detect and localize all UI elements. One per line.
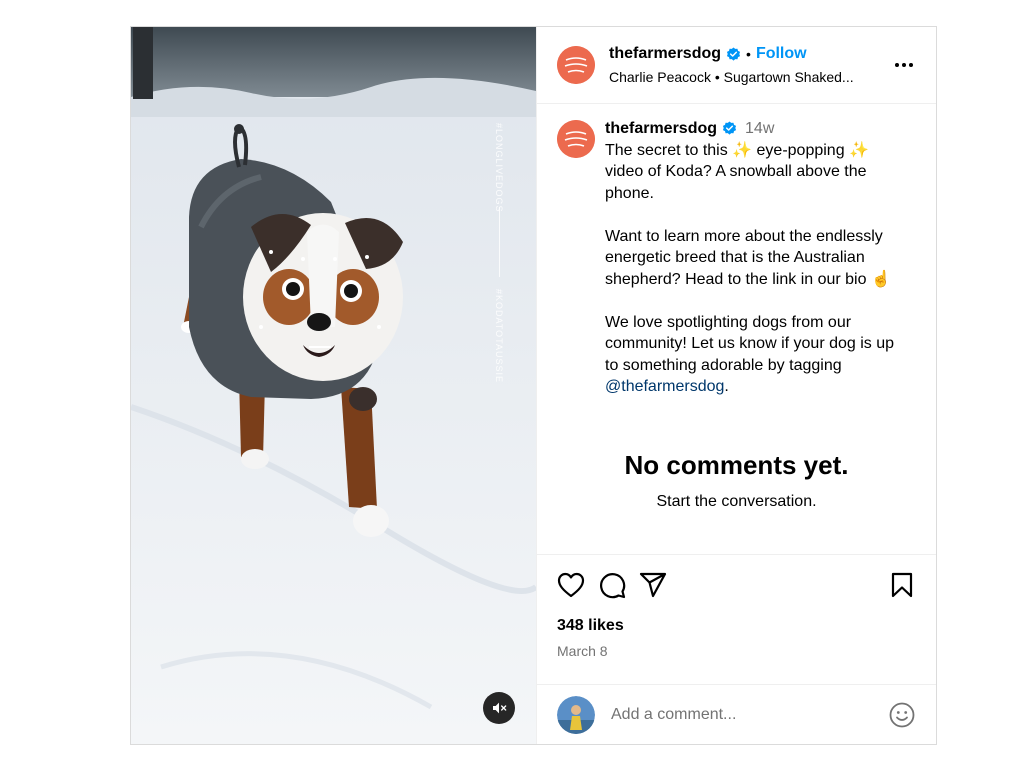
follow-button[interactable]: Follow bbox=[756, 44, 807, 65]
speaker-muted-icon bbox=[493, 702, 507, 714]
header-username[interactable]: thefarmersdog bbox=[609, 44, 721, 65]
comment-button[interactable] bbox=[598, 571, 626, 599]
empty-comments-subtitle: Start the conversation. bbox=[656, 493, 817, 510]
post-side-panel: thefarmersdog • Follow Charlie Peacock •… bbox=[536, 27, 936, 744]
overlay-hashtag-top: #LONGLIVEDOGS bbox=[494, 123, 504, 213]
empty-comments-title: No comments yet. bbox=[624, 450, 849, 480]
caption-text: The secret to this ✨ eye-popping ✨ video… bbox=[605, 140, 905, 398]
mention-link[interactable]: @thefarmersdog bbox=[605, 378, 724, 395]
smiley-face-icon bbox=[889, 702, 915, 727]
audio-title: Sugartown Shaked... bbox=[723, 68, 854, 85]
caption-paragraph-3-text: We love spotlighting dogs from our commu… bbox=[605, 313, 895, 374]
caption-and-comments: thefarmersdog 14w The secret to this ✨ e… bbox=[537, 104, 936, 554]
audio-separator: • bbox=[714, 68, 720, 85]
verified-badge-icon bbox=[726, 47, 741, 62]
user-profile-photo bbox=[557, 695, 595, 734]
more-options-button[interactable] bbox=[892, 55, 916, 75]
post-actions: 348 likes March 8 bbox=[537, 554, 936, 684]
add-comment-input[interactable] bbox=[611, 705, 888, 724]
comment-bubble-icon bbox=[600, 573, 626, 599]
empty-comments-state: No comments yet. Start the conversation. bbox=[537, 450, 936, 511]
post-header: thefarmersdog • Follow Charlie Peacock •… bbox=[537, 27, 936, 104]
comment-composer bbox=[537, 684, 936, 744]
caption-paragraph-3: We love spotlighting dogs from our commu… bbox=[605, 312, 905, 398]
overlay-hashtag-bottom: #KODATOTAUSSIE bbox=[494, 289, 504, 384]
share-button[interactable] bbox=[639, 571, 667, 599]
header-separator: • bbox=[746, 46, 751, 63]
instagram-post: #LONGLIVEDOGS #KODATOTAUSSIE thefarmersd… bbox=[130, 26, 937, 745]
mute-toggle-button[interactable] bbox=[483, 692, 515, 724]
like-button[interactable] bbox=[557, 571, 585, 599]
save-button[interactable] bbox=[888, 571, 916, 599]
current-user-avatar[interactable] bbox=[557, 695, 595, 734]
farmers-dog-logo bbox=[557, 46, 595, 84]
like-count[interactable]: 348 likes bbox=[557, 617, 916, 635]
caption-paragraph-3-end: . bbox=[724, 378, 729, 395]
caption-avatar[interactable] bbox=[557, 120, 595, 158]
audio-info[interactable]: Charlie Peacock • Sugartown Shaked... bbox=[609, 68, 854, 86]
bookmark-icon bbox=[891, 572, 913, 598]
post-timestamp[interactable]: 14w bbox=[745, 118, 774, 140]
more-horizontal-icon bbox=[895, 63, 913, 67]
video-frame-dog-in-snow bbox=[131, 27, 536, 744]
paper-plane-icon bbox=[639, 572, 667, 598]
emoji-picker-button[interactable] bbox=[888, 701, 916, 729]
post-video[interactable]: #LONGLIVEDOGS #KODATOTAUSSIE bbox=[131, 27, 536, 744]
verified-badge-icon bbox=[722, 121, 737, 136]
caption-paragraph-2: Want to learn more about the endlessly e… bbox=[605, 227, 891, 288]
caption-username[interactable]: thefarmersdog bbox=[605, 118, 717, 140]
heart-icon bbox=[557, 572, 585, 598]
audio-artist: Charlie Peacock bbox=[609, 68, 711, 85]
brand-avatar[interactable] bbox=[557, 46, 595, 84]
overlay-divider bbox=[499, 207, 500, 277]
farmers-dog-logo bbox=[557, 120, 595, 158]
post-date[interactable]: March 8 bbox=[557, 643, 916, 659]
caption-paragraph-1: The secret to this ✨ eye-popping ✨ video… bbox=[605, 141, 869, 202]
